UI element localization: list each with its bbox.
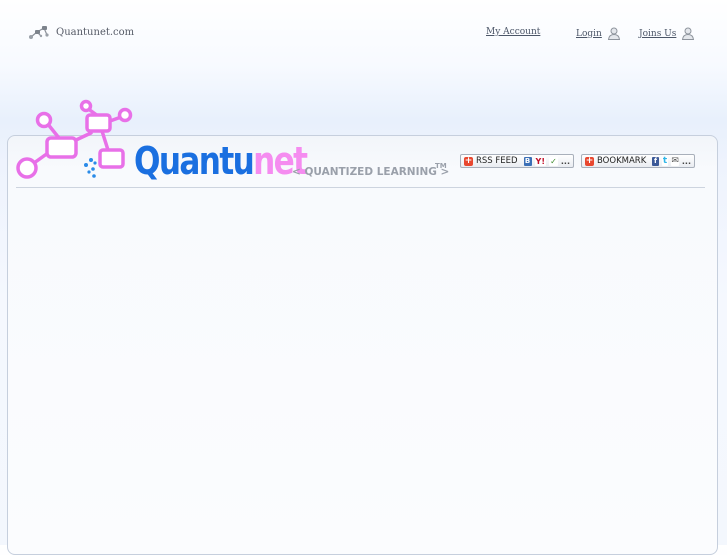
- login-link[interactable]: Login: [576, 27, 621, 40]
- brand-name-part1: Quantu: [134, 139, 255, 183]
- header-divider: [16, 187, 705, 188]
- user-icon: [607, 27, 621, 40]
- facebook-icon: f: [652, 156, 659, 166]
- top-bar: Quantunet.com My Account Login Joins Us: [0, 0, 727, 60]
- molecule-icon: [28, 24, 50, 40]
- join-us-link[interactable]: Joins Us: [639, 27, 695, 40]
- more-icon: ...: [681, 156, 691, 166]
- bookmark-label: BOOKMARK: [597, 156, 647, 166]
- mail-icon: ✉: [671, 155, 679, 166]
- trademark-mark: TM: [435, 162, 447, 170]
- rss-feed-button[interactable]: + RSS FEED B Y! ✓ ...: [460, 154, 574, 168]
- blogger-icon: B: [523, 156, 532, 166]
- login-label: Login: [576, 28, 602, 39]
- user-icon: [681, 27, 695, 40]
- my-account-label: My Account: [486, 27, 541, 37]
- join-us-label: Joins Us: [639, 28, 677, 39]
- plus-icon: +: [464, 155, 473, 166]
- more-icon: ...: [560, 156, 570, 166]
- msn-icon: ✓: [549, 156, 558, 166]
- molecule-logo-icon[interactable]: [14, 98, 136, 182]
- site-name: Quantunet.com: [56, 26, 135, 38]
- main-panel: [7, 135, 718, 555]
- brand-tagline: < QUANTIZED LEARNING >: [292, 166, 450, 178]
- site-home-link[interactable]: Quantunet.com: [28, 24, 134, 40]
- twitter-icon: t: [661, 155, 669, 166]
- bookmark-button[interactable]: + BOOKMARK f t ✉ ...: [581, 154, 695, 168]
- my-account-link[interactable]: My Account: [486, 27, 540, 37]
- rss-feed-label: RSS FEED: [476, 156, 518, 166]
- yahoo-icon: Y!: [534, 156, 547, 166]
- plus-icon: +: [585, 155, 594, 166]
- brand-name[interactable]: Quantunet: [134, 139, 308, 183]
